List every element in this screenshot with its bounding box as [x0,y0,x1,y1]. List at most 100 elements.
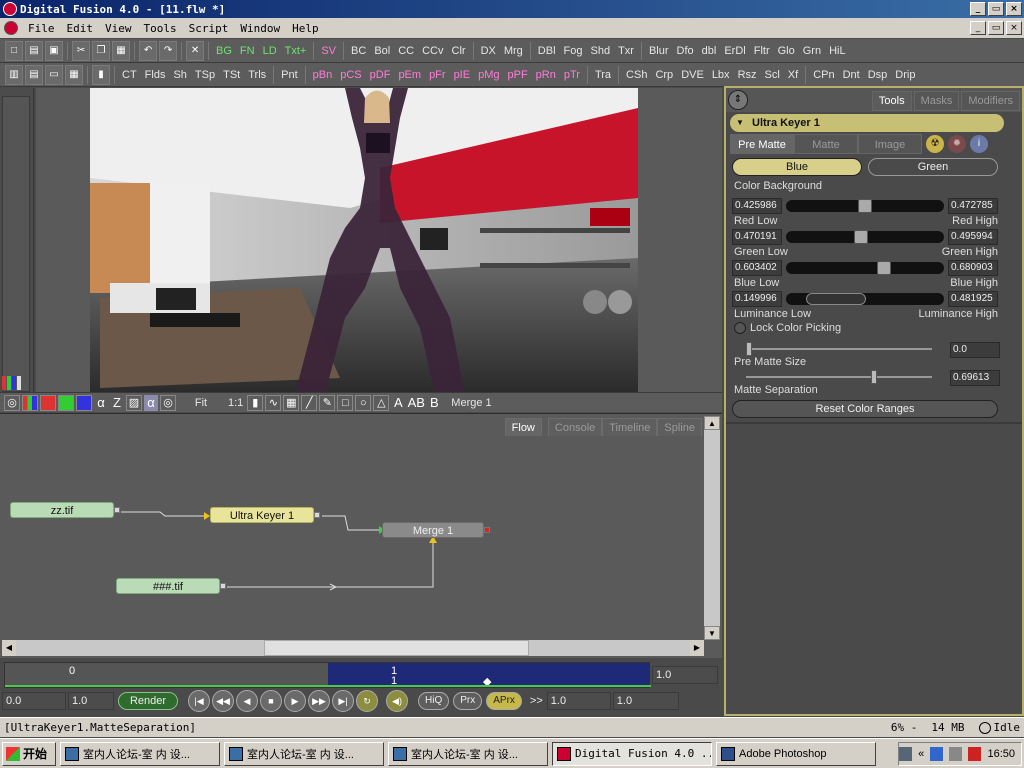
tool-sh[interactable]: Sh [169,65,190,85]
tool-mrg[interactable]: Mrg [500,41,527,61]
right-time-field[interactable]: 1.0 [612,692,679,710]
z-channel-button[interactable]: Z [110,395,124,411]
tool-grn[interactable]: Grn [799,41,825,61]
viewer-options-icon[interactable]: ◎ [160,394,176,411]
global-end-field[interactable]: 1.0 [68,692,114,710]
tool-bol[interactable]: Bol [370,41,394,61]
network-icon[interactable] [930,747,944,761]
tool-dfo[interactable]: Dfo [673,41,698,61]
delete-icon[interactable]: ✕ [186,40,204,61]
tool-rsz[interactable]: Rsz [734,65,761,85]
taskbar-item[interactable]: 室内人论坛-室 内 设... [224,741,384,766]
doc-minimize-button[interactable]: _ [970,21,986,35]
tool-lbx[interactable]: Lbx [708,65,734,85]
range-high-value[interactable]: 0.495994 [948,229,998,245]
tool-bg[interactable]: BG [212,41,236,61]
tool-tsp[interactable]: TSp [191,65,219,85]
lock-color-picking-radio[interactable] [734,322,746,334]
tool-ld[interactable]: LD [259,41,281,61]
range-slider[interactable] [786,199,944,213]
start-button[interactable]: 开始 [2,741,56,766]
triangle-tool-icon[interactable]: △ [373,394,390,411]
tool-clr[interactable]: Clr [448,41,470,61]
tool-pnt[interactable]: Pnt [277,65,302,85]
doc-restore-button[interactable]: ▭ [988,21,1004,35]
menu-file[interactable]: File [22,22,61,35]
alpha-channel-button[interactable]: α [94,395,108,411]
histogram-icon[interactable]: ▮ [247,394,264,411]
fit-button[interactable]: Fit [178,395,224,411]
output-port[interactable] [114,507,120,513]
play-icon[interactable]: ▶ [284,690,306,712]
tool-erdl[interactable]: ErDl [720,41,749,61]
green-channel-icon[interactable] [58,394,74,411]
scroll-down-icon[interactable]: ▼ [704,626,720,640]
tool-pcs[interactable]: pCS [336,65,365,85]
matte-separation-slider[interactable] [746,370,932,384]
green-button[interactable]: Green [868,158,998,176]
tool-crp[interactable]: Crp [651,65,677,85]
document-icon[interactable] [4,21,18,35]
stop-icon[interactable]: ■ [260,690,282,712]
keyboard-icon[interactable] [899,747,913,761]
pre-matte-size-value[interactable]: 0.0 [950,342,1000,358]
line-tool-icon[interactable]: ╱ [301,394,318,411]
tool-xf[interactable]: Xf [784,65,802,85]
range-thumb[interactable] [877,261,891,275]
layout-split-icon[interactable]: ▤ [25,64,43,85]
taskbar-item[interactable]: 室内人论坛-室 内 设... [388,741,548,766]
buffer-a-button[interactable]: A [391,395,405,411]
loader-node-zz[interactable]: zz.tif [10,502,120,518]
range-thumb[interactable] [854,230,868,244]
tab-masks[interactable]: Masks [913,91,960,111]
pre-matte-size-slider[interactable] [746,342,932,356]
tool-ct[interactable]: CT [118,65,141,85]
ultra-keyer-header[interactable]: Ultra Keyer 1 [730,114,1004,132]
layout-horizontal-icon[interactable]: ▭ [45,64,63,85]
new-file-icon[interactable]: □ [5,40,23,61]
viewer-menu-icon[interactable]: ◎ [4,394,20,411]
tool-dbl-caps[interactable]: DBl [534,41,560,61]
info-icon[interactable]: i [970,135,988,153]
tool-tst[interactable]: TSt [219,65,244,85]
tool-pdf[interactable]: pDF [366,65,395,85]
taskbar-item-fusion[interactable]: Digital Fusion 4.0 ... [552,741,712,766]
output-port[interactable] [484,527,490,533]
tool-ptr[interactable]: pTr [560,65,584,85]
volume-icon[interactable] [949,747,963,761]
range-low-value[interactable]: 0.470191 [732,229,782,245]
redo-icon[interactable]: ↷ [159,40,177,61]
app-icon[interactable] [3,2,17,16]
maximize-button[interactable]: ▭ [988,2,1004,16]
taskbar-item-photoshop[interactable]: Adobe Photoshop [716,741,876,766]
gear-icon[interactable]: ✹ [948,135,966,153]
tool-ccv[interactable]: CCv [418,41,447,61]
tool-dx[interactable]: DX [477,41,500,61]
tab-modifiers[interactable]: Modifiers [961,91,1020,111]
doc-close-button[interactable]: × [1006,21,1022,35]
tool-pmg[interactable]: pMg [474,65,503,85]
flow-vertical-scrollbar[interactable]: ▲ ▼ [704,416,720,640]
tool-pie[interactable]: pIE [450,65,475,85]
scroll-thumb[interactable] [264,640,529,656]
blue-button[interactable]: Blue [732,158,862,176]
more-chevron[interactable]: >> [530,695,543,707]
radiation-icon[interactable]: ☢ [926,135,944,153]
menu-edit[interactable]: Edit [61,22,100,35]
save-icon[interactable]: ▣ [45,40,63,61]
matte-separation-value[interactable]: 0.69613 [950,370,1000,386]
tool-drip[interactable]: Drip [891,65,919,85]
fast-forward-icon[interactable]: ▶▶ [308,690,330,712]
step-back-icon[interactable]: ◀ [236,690,258,712]
taskbar-item[interactable]: 室内人论坛-室 内 设... [60,741,220,766]
range-span[interactable] [806,293,866,305]
scroll-right-icon[interactable]: ▶ [690,640,704,656]
tool-flds[interactable]: Flds [141,65,170,85]
rgb-channel-icon[interactable] [22,394,38,411]
tool-fn[interactable]: FN [236,41,259,61]
tool-pbn[interactable]: pBn [309,65,337,85]
render-button[interactable]: Render [118,692,178,710]
tool-trls[interactable]: Trls [244,65,270,85]
main-viewer[interactable] [36,88,722,394]
tool-txt[interactable]: Txt+ [281,41,311,61]
